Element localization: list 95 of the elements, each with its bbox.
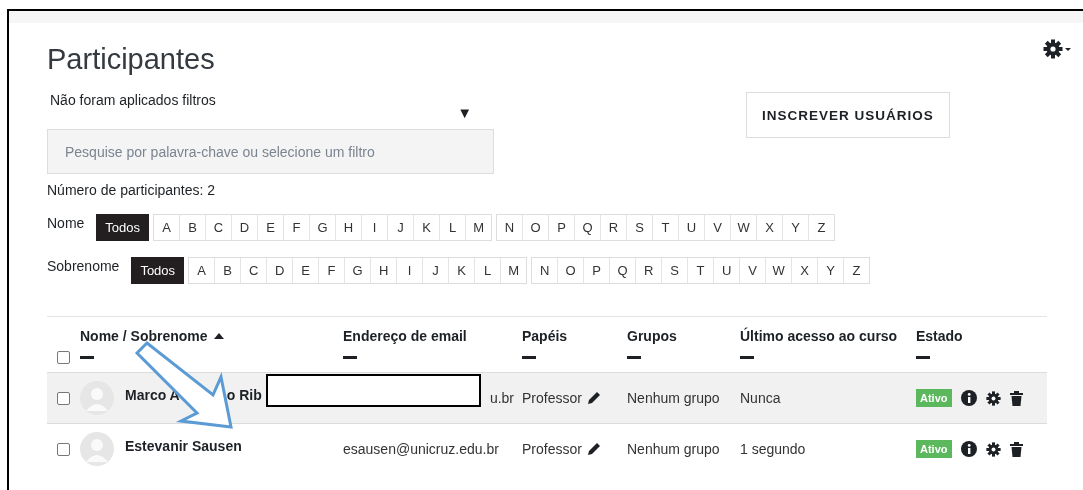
initial-letter-button[interactable]: W bbox=[766, 258, 793, 283]
last-access-text: Nunca bbox=[740, 390, 781, 406]
initial-letter-button[interactable]: I bbox=[362, 215, 389, 240]
select-all-checkbox[interactable] bbox=[57, 351, 70, 364]
initial-letter-button[interactable]: N bbox=[532, 258, 559, 283]
role-text: Professor bbox=[522, 441, 582, 457]
trash-icon[interactable] bbox=[1009, 390, 1023, 406]
sort-ascending-icon bbox=[213, 333, 224, 339]
initial-letter-button[interactable]: U bbox=[714, 258, 741, 283]
initial-letter-button[interactable]: H bbox=[336, 215, 363, 240]
initial-letter-button[interactable]: K bbox=[414, 215, 441, 240]
initial-letter-button[interactable]: T bbox=[688, 258, 715, 283]
row-checkbox[interactable] bbox=[57, 442, 70, 456]
filter-dropdown-toggle[interactable]: ▼ bbox=[457, 104, 472, 121]
initial-letter-button[interactable]: O bbox=[558, 258, 585, 283]
initial-letter-button[interactable]: Z bbox=[809, 215, 835, 240]
initial-letter-button[interactable]: F bbox=[319, 258, 346, 283]
initial-letter-button[interactable]: R bbox=[601, 215, 628, 240]
participant-name[interactable]: o Rib bbox=[226, 387, 262, 403]
groups-text: Nenhum grupo bbox=[627, 441, 720, 457]
initial-letter-button[interactable]: O bbox=[523, 215, 550, 240]
enrol-users-button[interactable]: INSCREVER USUÁRIOS bbox=[746, 92, 950, 138]
initial-letter-button[interactable]: D bbox=[267, 258, 294, 283]
initial-letter-button[interactable]: V bbox=[740, 258, 767, 283]
pencil-icon[interactable] bbox=[586, 391, 601, 405]
info-icon[interactable] bbox=[960, 390, 977, 406]
initial-letter-button[interactable]: G bbox=[310, 215, 337, 240]
row-checkbox[interactable] bbox=[57, 391, 70, 405]
initial-letter-button[interactable]: P bbox=[584, 258, 611, 283]
search-field[interactable]: Pesquise por palavra-chave ou selecione um filtro bbox=[47, 129, 494, 174]
settings-icon bbox=[1043, 39, 1073, 59]
initial-letter-button[interactable]: G bbox=[345, 258, 372, 283]
settings-menu-button[interactable] bbox=[1043, 39, 1073, 62]
initial-letter-button[interactable]: P bbox=[549, 215, 576, 240]
settings-icon[interactable] bbox=[985, 441, 1001, 457]
initial-letter-button[interactable]: J bbox=[388, 215, 415, 240]
initial-letter-button[interactable]: Q bbox=[575, 215, 602, 240]
initial-letter-button[interactable]: B bbox=[180, 215, 207, 240]
initial-letter-button[interactable]: T bbox=[653, 215, 680, 240]
status-badge: Ativo bbox=[916, 389, 952, 407]
initial-letter-button[interactable]: X bbox=[792, 258, 819, 283]
initial-letter-button[interactable]: L bbox=[440, 215, 467, 240]
initials-bar-label: Nome bbox=[47, 214, 85, 231]
all-initials-button[interactable]: Todos bbox=[131, 257, 185, 284]
initial-letter-button[interactable]: C bbox=[241, 258, 268, 283]
column-header[interactable]: Papéis bbox=[522, 328, 568, 344]
column-header[interactable]: Último acesso ao curso bbox=[740, 328, 898, 344]
initial-letter-button[interactable]: A bbox=[154, 215, 181, 240]
page-title: Participantes bbox=[47, 43, 215, 76]
initial-letter-button[interactable]: L bbox=[475, 258, 502, 283]
column-header[interactable]: Endereço de email bbox=[343, 328, 467, 344]
pencil-icon[interactable] bbox=[586, 442, 601, 456]
initial-letter-button[interactable]: U bbox=[679, 215, 706, 240]
initial-letter-button[interactable]: Z bbox=[844, 258, 870, 283]
status-badge: Ativo bbox=[916, 440, 952, 458]
initial-letter-button[interactable]: K bbox=[449, 258, 476, 283]
initial-letter-button[interactable]: C bbox=[206, 215, 233, 240]
initial-letter-button[interactable]: J bbox=[423, 258, 450, 283]
column-header[interactable]: Grupos bbox=[627, 328, 677, 344]
participant-name[interactable]: Estevanir Sausen bbox=[125, 438, 242, 454]
initial-letter-button[interactable]: Q bbox=[610, 258, 637, 283]
initials-bar-label: Sobrenome bbox=[47, 257, 120, 274]
groups-text: Nenhum grupo bbox=[627, 390, 720, 406]
column-header[interactable]: Estado bbox=[916, 328, 963, 344]
role-text: Professor bbox=[522, 390, 582, 406]
column-header[interactable]: Nome / Sobrenome bbox=[80, 328, 208, 344]
initial-letter-button[interactable]: D bbox=[232, 215, 259, 240]
initial-letter-button[interactable]: A bbox=[189, 258, 216, 283]
initial-letter-button[interactable]: V bbox=[705, 215, 732, 240]
filter-summary: Não foram aplicados filtros bbox=[50, 92, 216, 110]
settings-icon[interactable] bbox=[985, 390, 1001, 406]
last-access-text: 1 segundo bbox=[740, 441, 806, 457]
initial-letter-button[interactable]: S bbox=[662, 258, 689, 283]
all-initials-button[interactable]: Todos bbox=[96, 214, 150, 241]
info-icon[interactable] bbox=[960, 441, 977, 457]
initial-letter-button[interactable]: M bbox=[501, 258, 527, 283]
initial-letter-button[interactable]: X bbox=[757, 215, 784, 240]
initial-letter-button[interactable]: M bbox=[466, 215, 492, 240]
initial-letter-button[interactable]: I bbox=[397, 258, 424, 283]
initial-letter-button[interactable]: E bbox=[293, 258, 320, 283]
email-text: u.br bbox=[489, 390, 514, 406]
initial-letter-button[interactable]: H bbox=[371, 258, 398, 283]
trash-icon[interactable] bbox=[1009, 441, 1023, 457]
participant-count: Número de participantes: 2 bbox=[47, 182, 217, 198]
initial-letter-button[interactable]: Y bbox=[783, 215, 810, 240]
email-text: esausen@unicruz.edu.br bbox=[343, 441, 499, 457]
avatar-icon bbox=[80, 432, 114, 466]
initial-letter-button[interactable]: B bbox=[215, 258, 242, 283]
initial-letter-button[interactable]: R bbox=[636, 258, 663, 283]
initial-letter-button[interactable]: F bbox=[284, 215, 311, 240]
initial-letter-button[interactable]: W bbox=[731, 215, 758, 240]
initial-letter-button[interactable]: S bbox=[627, 215, 654, 240]
initial-letter-button[interactable]: Y bbox=[818, 258, 845, 283]
initial-letter-button[interactable]: N bbox=[497, 215, 524, 240]
initial-letter-button[interactable]: E bbox=[258, 215, 285, 240]
